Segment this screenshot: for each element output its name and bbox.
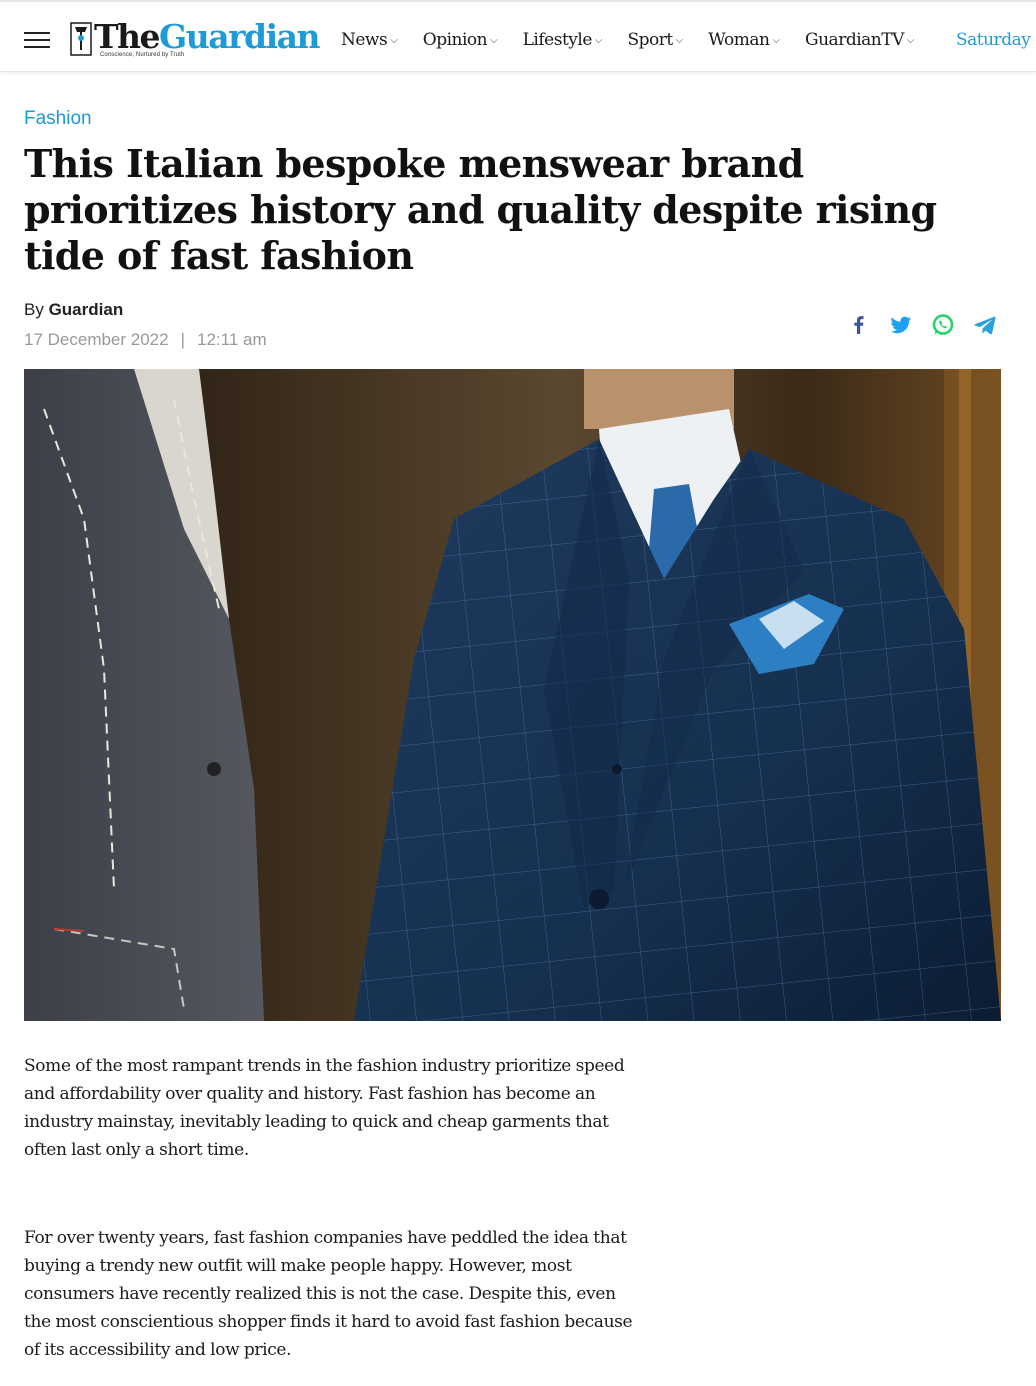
article-category-link[interactable]: Fashion xyxy=(24,108,92,130)
chevron-down-icon: ⌵ xyxy=(772,35,780,46)
nav-label: Lifestyle xyxy=(522,30,593,50)
publish-date: 17 December 2022 xyxy=(24,330,169,349)
guardian-emblem-icon xyxy=(70,22,92,56)
author-link[interactable]: Guardian xyxy=(49,300,124,319)
article-headline: This Italian bespoke menswear brand prio… xyxy=(24,141,937,278)
chevron-down-icon: ⌵ xyxy=(390,35,398,46)
nav-item-guardiantv[interactable]: GuardianTV ⌵ xyxy=(805,30,914,50)
nav-label: Sport xyxy=(627,30,673,50)
facebook-icon[interactable] xyxy=(846,312,872,338)
chevron-down-icon: ⌵ xyxy=(906,35,915,46)
nav-label: Woman xyxy=(708,30,770,50)
chevron-down-icon: ⌵ xyxy=(594,35,603,46)
site-logo[interactable]: TheGuardian Conscience, Nurtured by Trut… xyxy=(70,18,320,62)
nav-item-sport[interactable]: Sport ⌵ xyxy=(627,30,684,50)
byline-prefix: By xyxy=(24,300,44,319)
nav-item-lifestyle[interactable]: Lifestyle ⌵ xyxy=(522,30,603,50)
site-header: TheGuardian Conscience, Nurtured by Trut… xyxy=(0,0,1036,72)
article-paragraph: Some of the most rampant trends in the f… xyxy=(24,1056,625,1160)
nav-label: News xyxy=(341,30,388,50)
whatsapp-icon[interactable] xyxy=(930,312,956,338)
article-dateline: 17 December 2022 | 12:11 am xyxy=(24,330,267,350)
nav-item-news[interactable]: News ⌵ xyxy=(341,30,398,50)
main-nav: News ⌵ Opinion ⌵ Lifestyle ⌵ Sport ⌵ Woman ⌵ … xyxy=(341,30,935,56)
nav-item-opinion[interactable]: Opinion ⌵ xyxy=(422,30,498,50)
nav-label: Opinion xyxy=(422,30,488,50)
publish-time: 12:11 am xyxy=(197,330,267,349)
twitter-icon[interactable] xyxy=(888,312,914,338)
nav-label: GuardianTV xyxy=(805,30,904,50)
logo-wordmark: TheGuardian xyxy=(94,17,320,56)
suit-photo-illustration xyxy=(24,369,1001,1021)
chevron-down-icon: ⌵ xyxy=(490,35,498,46)
article-byline: By Guardian xyxy=(24,300,123,320)
logo-guardian: Guardian xyxy=(159,17,320,56)
article-hero-image xyxy=(24,369,1001,1021)
logo-tagline: Conscience, Nurtured by Truth xyxy=(100,52,185,58)
header-date: Saturday 1 xyxy=(956,30,1036,50)
date-separator: | xyxy=(180,330,186,349)
article-paragraph: For over twenty years, fast fashion comp… xyxy=(24,1228,633,1360)
menu-icon[interactable] xyxy=(24,32,50,50)
telegram-icon[interactable] xyxy=(972,312,998,338)
chevron-down-icon: ⌵ xyxy=(675,35,684,46)
nav-item-woman[interactable]: Woman ⌵ xyxy=(708,30,780,50)
logo-the: The xyxy=(94,17,161,56)
